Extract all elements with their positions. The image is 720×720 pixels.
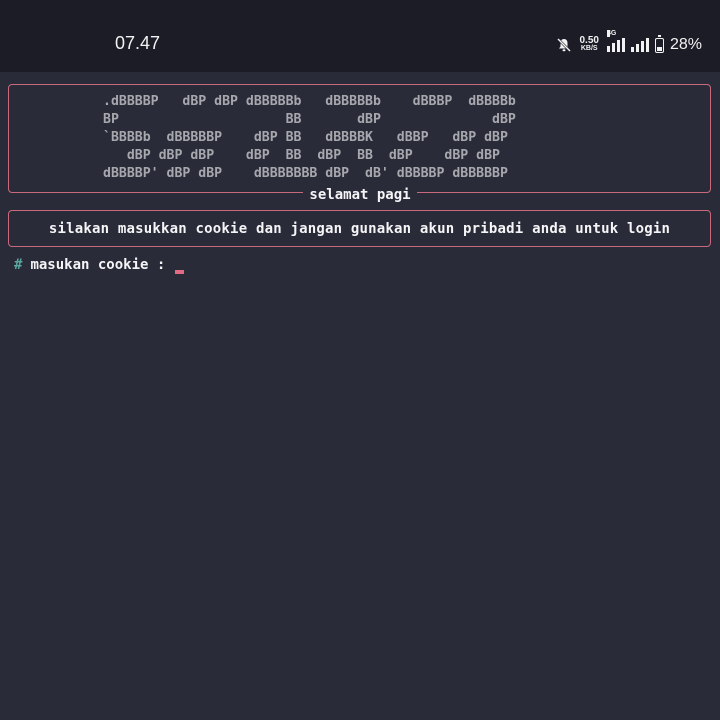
status-bar: 07.47 0.50 KB/S 4G 28% — [0, 0, 720, 72]
status-time: 07.47 — [115, 33, 161, 53]
net-speed: 0.50 KB/S — [579, 35, 599, 53]
mute-bell-icon — [556, 38, 571, 52]
signal-4g-icon: 4G — [606, 30, 625, 52]
battery-icon — [654, 34, 664, 53]
prompt-label: masukan cookie : — [30, 257, 166, 273]
text-cursor[interactable] — [175, 270, 185, 274]
prompt-hash: # — [14, 257, 23, 273]
net-speed-unit: KB/S — [580, 45, 598, 52]
signal-icon — [630, 38, 649, 52]
cookie-prompt[interactable]: # masukan cookie : — [14, 256, 185, 274]
notice-text: silakan masukkan cookie dan jangan gunak… — [48, 220, 671, 237]
net-speed-value: 0.50 — [579, 35, 599, 46]
status-icons: 0.50 KB/S 4G 28% — [556, 30, 702, 57]
battery-percent: 28% — [669, 36, 702, 53]
ascii-banner: .dBBBBP dBP dBP dBBBBBb dBBBBBb dBBBP dB… — [103, 94, 516, 181]
greeting-text: selamat pagi — [303, 187, 417, 203]
greeting-caption: selamat pagi — [0, 184, 720, 203]
notice-box: silakan masukkan cookie dan jangan gunak… — [8, 210, 711, 247]
network-type: 4G — [606, 30, 617, 37]
